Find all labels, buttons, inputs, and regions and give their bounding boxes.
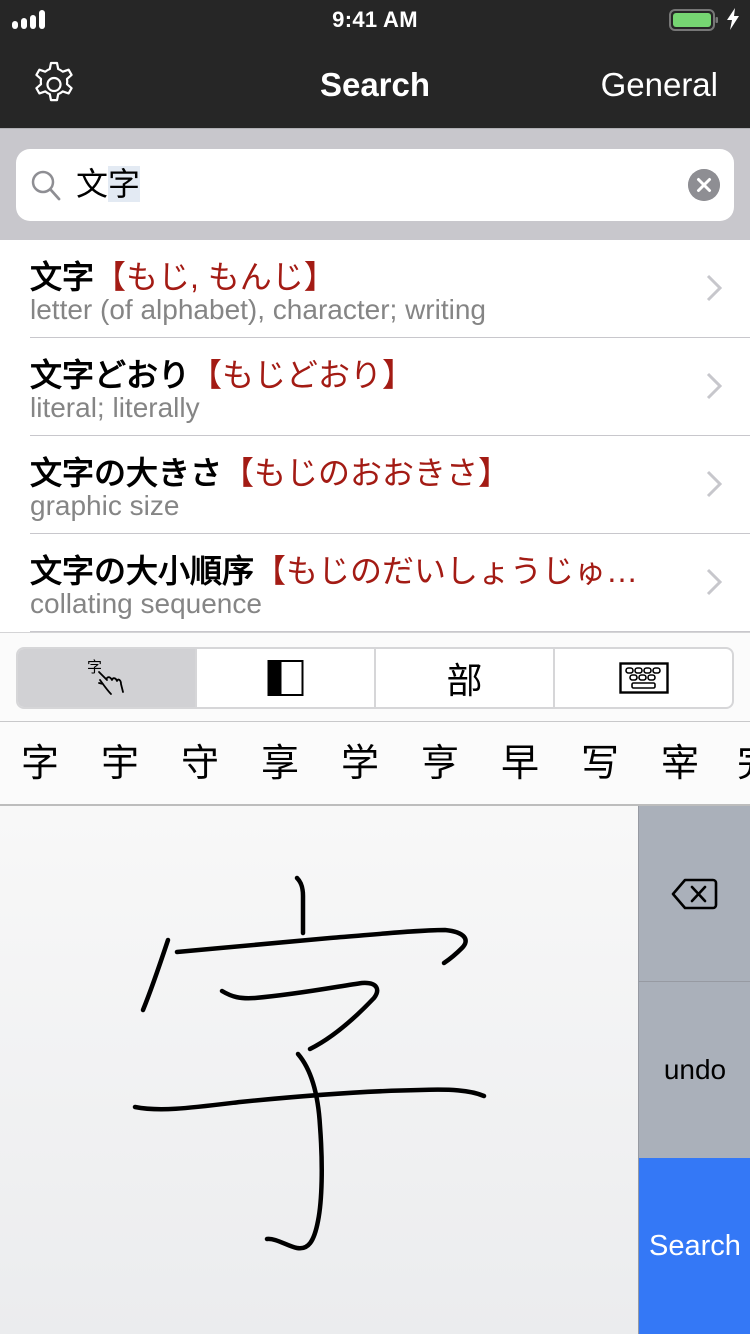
result-gloss: literal; literally (30, 392, 200, 423)
result-reading: 【もじのだいしょうじゅ… (254, 553, 639, 589)
candidate[interactable]: 字 (20, 742, 60, 786)
chevron-right-icon (706, 372, 722, 400)
search-button[interactable]: Search (639, 1158, 750, 1334)
candidate[interactable]: 学 (340, 742, 380, 786)
top-bar: 9:41 AM Search General (0, 0, 750, 128)
mode-contrast[interactable] (197, 649, 376, 707)
half-contrast-icon (267, 660, 303, 696)
result-gloss: letter (of alphabet), character; writing (30, 294, 486, 325)
mode-keyboard[interactable] (555, 649, 732, 707)
result-word: 文字の大小順序 (30, 553, 255, 589)
candidate[interactable]: 享 (260, 742, 300, 786)
search-query[interactable]: 文字 (76, 163, 141, 205)
result-word: 文字 (30, 259, 95, 295)
battery-icon (669, 9, 718, 31)
result-row[interactable]: 文字【もじ, もんじ】 letter (of alphabet), charac… (0, 240, 750, 338)
stroke (219, 980, 380, 1052)
input-mode-bar: 字 部 (0, 632, 750, 722)
result-word: 文字どおり (30, 357, 191, 393)
candidate[interactable]: 守 (180, 742, 220, 786)
result-gloss: graphic size (30, 490, 180, 521)
input-mode-segmented-control: 字 部 (16, 647, 734, 709)
result-word: 文字の大きさ (30, 455, 223, 491)
backspace-button[interactable] (639, 806, 750, 982)
result-reading: 【もじ, もんじ】 (94, 259, 336, 295)
undo-button[interactable]: undo (639, 982, 750, 1158)
result-reading: 【もじどおり】 (190, 357, 415, 393)
candidate-bar: 字 宇 守 享 学 亨 早 写 宰 完 (0, 722, 750, 806)
candidate[interactable]: 宰 (660, 742, 700, 786)
results-list: 文字【もじ, もんじ】 letter (of alphabet), charac… (0, 240, 750, 632)
stroke (132, 1087, 487, 1112)
status-time: 9:41 AM (332, 7, 418, 32)
search-input[interactable]: 文字 (16, 149, 734, 221)
candidate[interactable]: 亨 (420, 742, 460, 786)
handwriting-icon: 字 (87, 658, 124, 695)
clear-icon[interactable] (688, 169, 720, 201)
result-row[interactable]: 文字どおり【もじどおり】 literal; literally (0, 338, 750, 436)
nav-bar: Search General (0, 40, 750, 128)
stroke (264, 1051, 324, 1251)
result-row[interactable]: 文字の大小順序【もじのだいしょうじゅ… collating sequence (0, 534, 750, 632)
status-bar: 9:41 AM (0, 0, 750, 40)
stroke (140, 937, 171, 1013)
result-row[interactable]: 文字の大きさ【もじのおおきさ】 graphic size (0, 436, 750, 534)
chevron-right-icon (706, 274, 722, 302)
search-icon (31, 170, 61, 201)
general-button[interactable]: General (601, 66, 718, 104)
stroke (174, 927, 468, 966)
backspace-icon (671, 878, 718, 909)
mode-handwriting[interactable]: 字 (18, 649, 197, 707)
charging-icon (726, 8, 740, 36)
side-buttons: undo Search (638, 806, 750, 1334)
result-gloss: collating sequence (30, 588, 262, 619)
search-query-selected: 字 (108, 166, 141, 202)
candidate[interactable]: 早 (500, 742, 540, 786)
handwritten-strokes (132, 875, 487, 1251)
search-query-committed: 文 (76, 166, 109, 202)
candidate[interactable]: 宇 (100, 742, 140, 786)
keyboard-icon (618, 662, 669, 694)
stroke (294, 875, 306, 936)
mode-radical[interactable]: 部 (376, 649, 555, 707)
chevron-right-icon (706, 568, 722, 596)
result-reading: 【もじのおおきさ】 (222, 455, 511, 491)
candidate[interactable]: 写 (580, 742, 620, 786)
candidate[interactable]: 完 (736, 742, 750, 786)
chevron-right-icon (706, 470, 722, 498)
search-bar: 文字 (0, 128, 750, 240)
radical-glyph: 部 (446, 660, 483, 701)
handwriting-canvas[interactable] (0, 806, 638, 1334)
